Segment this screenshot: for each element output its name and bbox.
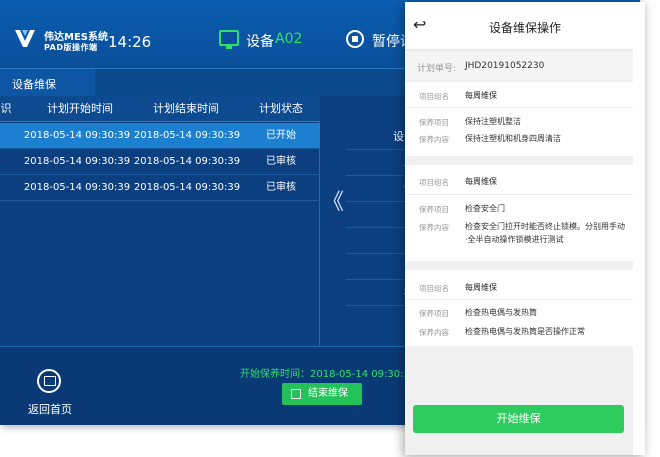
stop-icon[interactable] bbox=[346, 30, 364, 48]
collapse-toggle[interactable]: 《 bbox=[320, 96, 346, 346]
column-header: 计划开始时间 bbox=[47, 102, 113, 115]
screen: 伟达MES系统 PAD版操作端 14:26 设备 A02 暂停设 设备维保 识 … bbox=[0, 0, 660, 457]
divider bbox=[405, 107, 633, 108]
divider bbox=[405, 299, 633, 300]
cell-status: 已审核 bbox=[266, 182, 296, 193]
content-value: 检查热电偶与发热筒是否操作正常 bbox=[465, 327, 585, 336]
plan-number-label: 计划单号: bbox=[417, 64, 457, 74]
item-label: 保养项目 bbox=[419, 205, 449, 214]
column-header: 计划状态 bbox=[259, 102, 303, 115]
column-header: 识 bbox=[0, 102, 12, 115]
home-monitor-icon[interactable] bbox=[37, 369, 61, 393]
monitor-icon bbox=[219, 30, 239, 49]
group-label: 项目组名 bbox=[419, 92, 449, 101]
item-value: 检查安全门 bbox=[465, 204, 505, 213]
cell-start: 2018-05-14 09:30:39 bbox=[23, 156, 131, 167]
start-time-text: 开始保养时间：2018-05-14 09:30:39 bbox=[240, 369, 417, 380]
back-home-button[interactable]: 返回首页 bbox=[28, 401, 72, 417]
group-value: 每周维保 bbox=[465, 91, 497, 100]
device-label: 设备 bbox=[246, 34, 274, 50]
group-value: 每周维保 bbox=[465, 283, 497, 292]
logo-icon bbox=[15, 30, 35, 47]
table-row[interactable]: 2018-05-14 09:30:39 2018-05-14 09:30:39 … bbox=[0, 123, 320, 149]
cell-start: 2018-05-14 09:30:39 bbox=[23, 130, 131, 141]
content-value: 保持注塑机和机身四周清洁 bbox=[465, 134, 561, 143]
content-value: 检查安全门拉开时能否终止锁模。分别用手动·全半自动操作锁模进行测试 bbox=[465, 222, 625, 244]
table-row[interactable]: 2018-05-14 09:30:39 2018-05-14 09:30:39 … bbox=[0, 149, 320, 175]
panel-title: 设备维保操作 bbox=[488, 21, 561, 35]
table-row[interactable]: 2018-05-14 09:30:39 2018-05-14 09:30:39 … bbox=[0, 175, 320, 201]
item-label: 保养项目 bbox=[419, 309, 449, 318]
clock: 14:26 bbox=[108, 33, 152, 51]
maintenance-card: 项目组名 每周维保 保养项目 保持注塑机整洁 保养内容 保持注塑机和机身四周清洁 bbox=[405, 82, 633, 156]
maintenance-card: 项目组名 每周维保 保养项目 检查安全门 保养内容 检查安全门拉开时能否终止锁模… bbox=[405, 165, 633, 261]
maintenance-panel: ↩ 设备维保操作 计划单号: JHD20191052230 项目组名 每周维保 … bbox=[405, 2, 645, 455]
plan-table: 识 计划开始时间 计划结束时间 计划状态 2018-05-14 09:30:39… bbox=[0, 96, 320, 346]
content-label: 保养内容 bbox=[419, 135, 449, 144]
content-label: 保养内容 bbox=[419, 223, 449, 232]
start-maintenance-button[interactable]: 开始维保 bbox=[413, 405, 624, 433]
item-value: 检查热电偶与发热筒 bbox=[465, 308, 537, 317]
content-label: 保养内容 bbox=[419, 328, 449, 337]
table-header: 识 计划开始时间 计划结束时间 计划状态 bbox=[0, 96, 320, 122]
cell-end: 2018-05-14 09:30:39 bbox=[133, 182, 241, 193]
group-value: 每周维保 bbox=[465, 177, 497, 186]
device-code: A02 bbox=[275, 31, 303, 47]
tab-equipment-maintenance[interactable]: 设备维保 bbox=[0, 69, 95, 97]
plan-number-value: JHD20191052230 bbox=[465, 61, 545, 71]
cell-start: 2018-05-14 09:30:39 bbox=[23, 182, 131, 193]
column-header: 计划结束时间 bbox=[153, 102, 219, 115]
cell-end: 2018-05-14 09:30:39 bbox=[133, 156, 241, 167]
group-label: 项目组名 bbox=[419, 178, 449, 187]
save-icon bbox=[291, 389, 301, 399]
cell-status: 已审核 bbox=[266, 156, 296, 167]
item-label: 保养项目 bbox=[419, 118, 449, 127]
group-label: 项目组名 bbox=[419, 284, 449, 293]
maintenance-card: 项目组名 每周维保 保养项目 检查热电偶与发热筒 保养内容 检查热电偶与发热筒是… bbox=[405, 270, 633, 346]
item-value: 保持注塑机整洁 bbox=[465, 117, 521, 126]
panel-edge bbox=[633, 2, 645, 455]
cell-end: 2018-05-14 09:30:39 bbox=[133, 130, 241, 141]
end-maintenance-label: 结束维保 bbox=[308, 388, 348, 399]
panel-header: ↩ 设备维保操作 bbox=[405, 2, 633, 50]
plan-number-row: 计划单号: JHD20191052230 bbox=[405, 52, 633, 80]
cell-status: 已开始 bbox=[266, 130, 296, 141]
divider bbox=[405, 194, 633, 195]
logo-title: 伟达MES系统 bbox=[44, 32, 108, 43]
logo-subtitle: PAD版操作端 bbox=[44, 43, 98, 52]
end-maintenance-button[interactable]: 结束维保 bbox=[282, 383, 362, 405]
